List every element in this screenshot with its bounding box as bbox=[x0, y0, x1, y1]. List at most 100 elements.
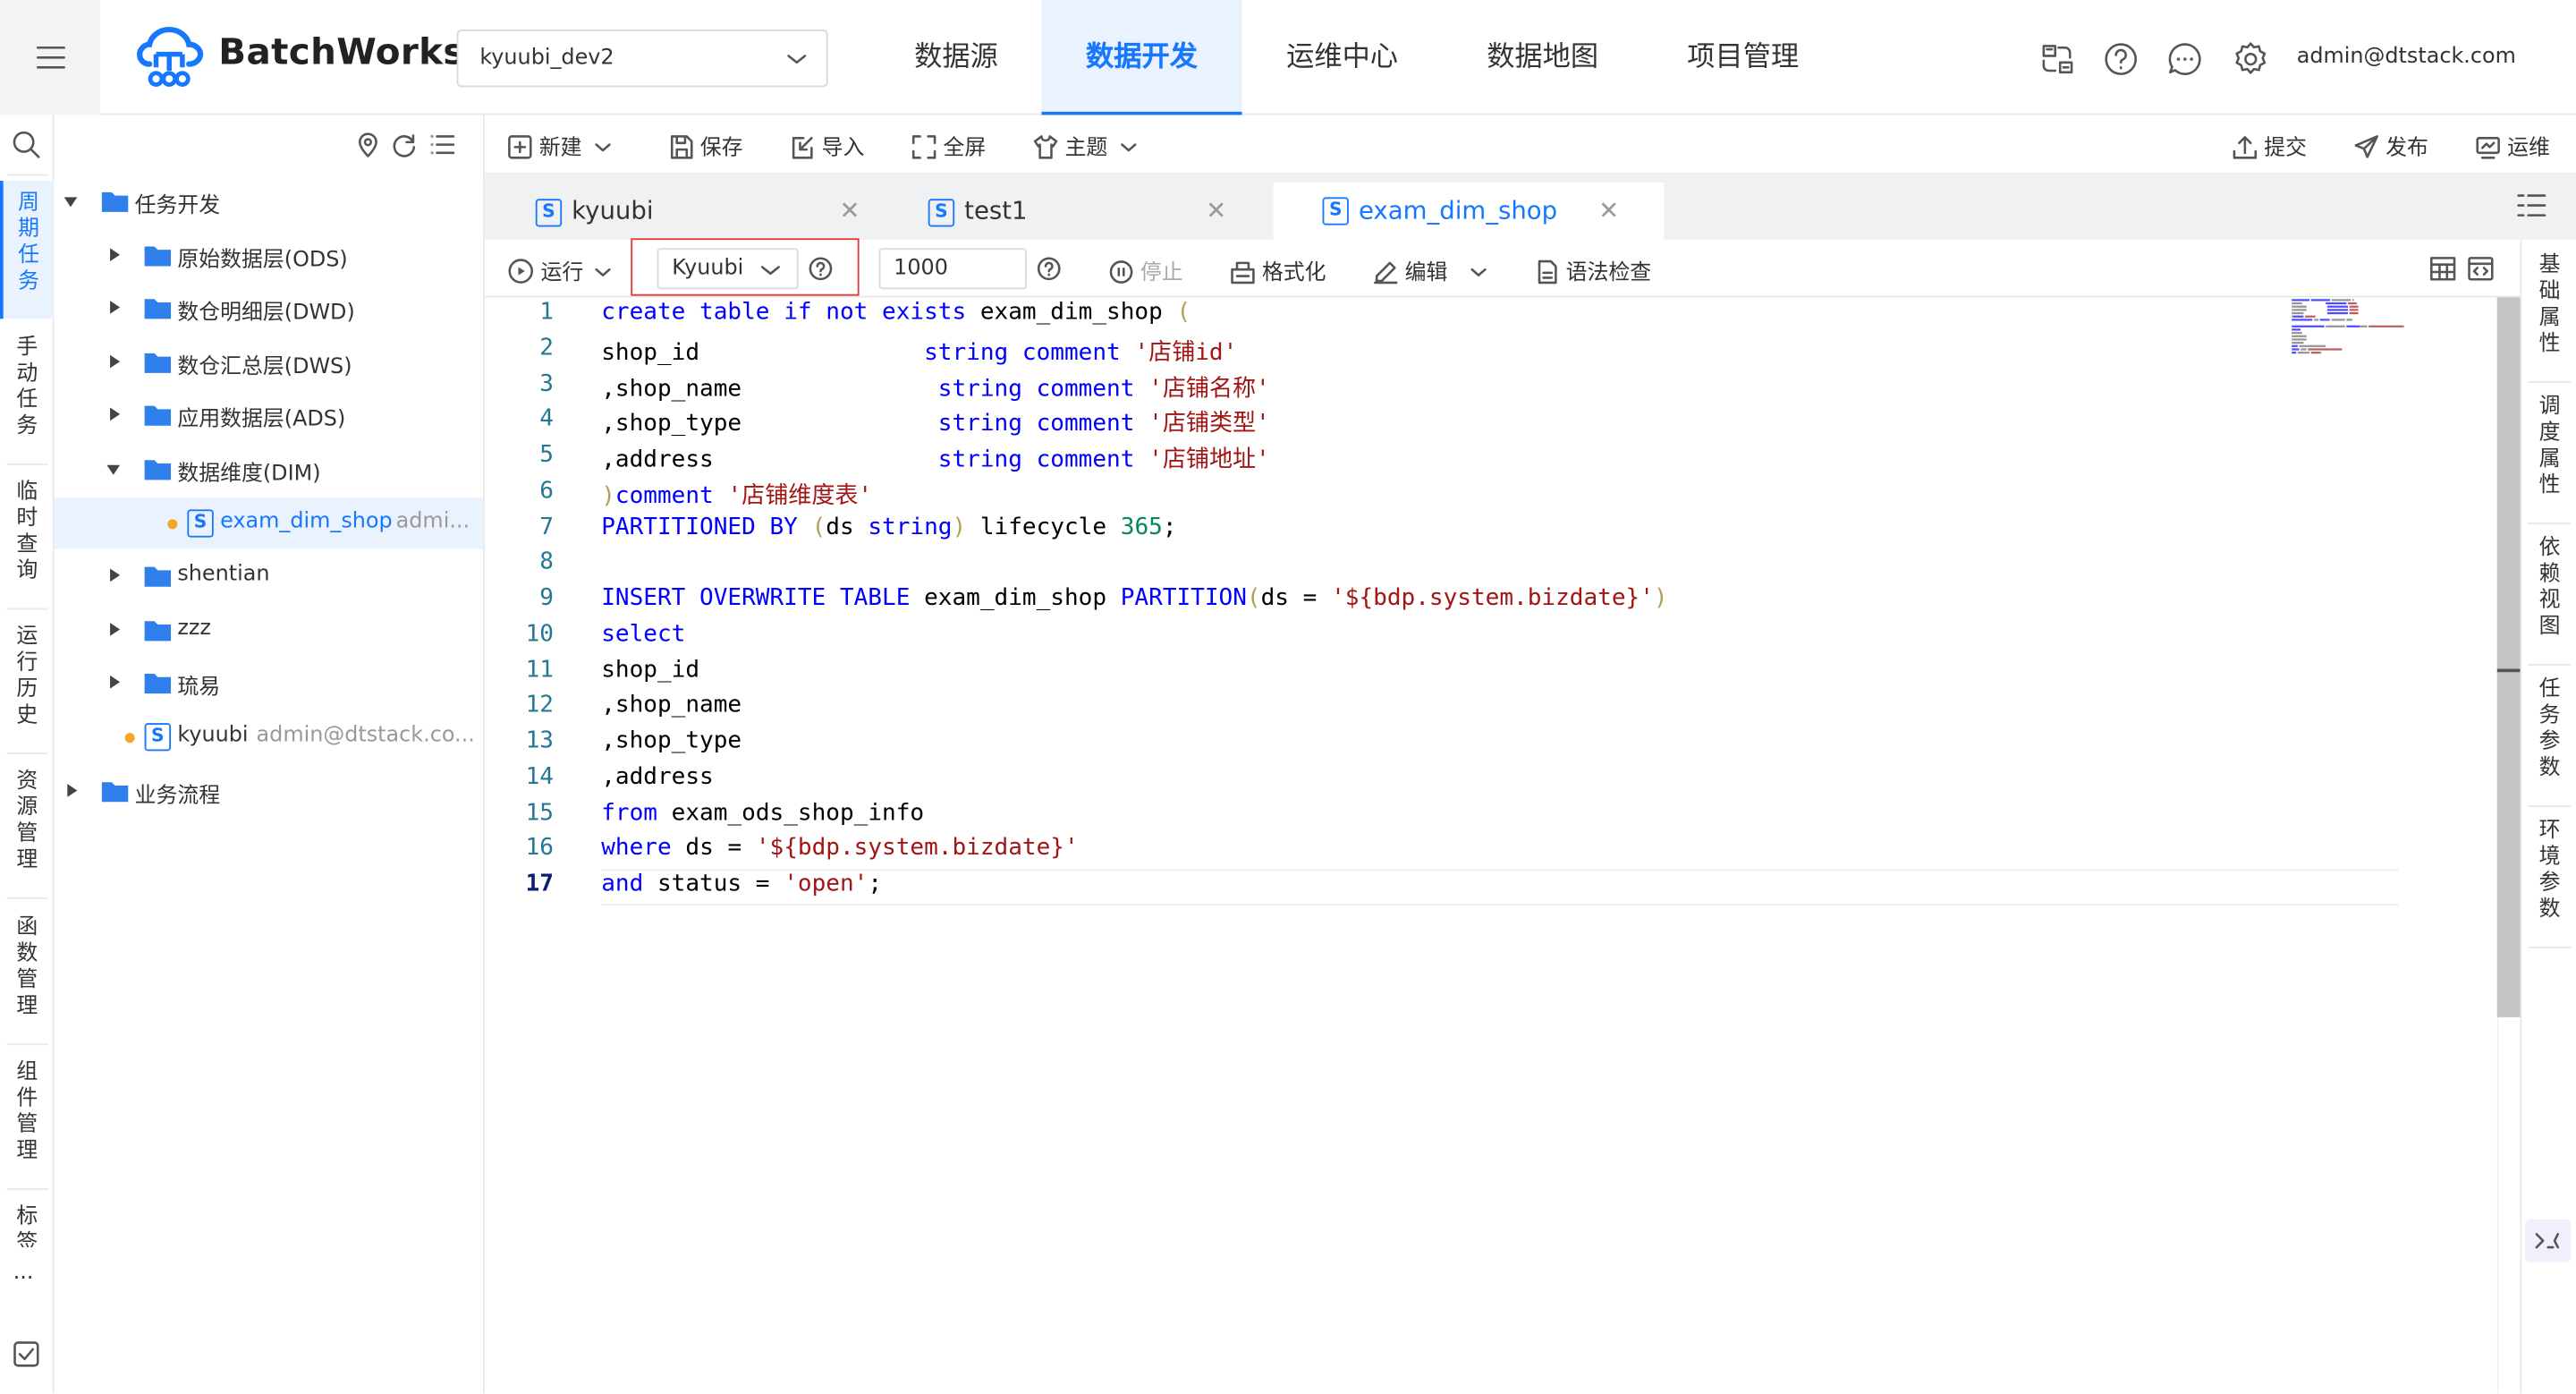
code-line[interactable]: 11 shop_id bbox=[485, 655, 2497, 691]
tree-folder-liuyi[interactable]: 琉易 bbox=[55, 658, 483, 709]
caret-right-icon[interactable] bbox=[110, 354, 121, 369]
menu-icon[interactable] bbox=[35, 43, 68, 72]
close-icon[interactable]: ✕ bbox=[1598, 196, 1619, 225]
code-line[interactable]: 8 bbox=[485, 548, 2497, 583]
tree-root-task-dev[interactable]: 任务开发 bbox=[55, 176, 483, 227]
tree-file-exam-dim-shop[interactable]: S exam_dim_shop admi... bbox=[54, 497, 483, 549]
import-button[interactable]: 导入 bbox=[790, 130, 864, 161]
code-line[interactable]: 15 from exam_ods_shop_info bbox=[485, 798, 2497, 834]
code-line[interactable]: 12 ,shop_name bbox=[485, 691, 2497, 727]
nav-ops-center[interactable]: 运维中心 bbox=[1265, 0, 1419, 115]
location-icon[interactable] bbox=[355, 132, 381, 157]
close-icon[interactable]: ✕ bbox=[1206, 196, 1226, 225]
rtab-dependency-view[interactable]: 依赖视图 bbox=[2521, 536, 2576, 664]
tree-root-workflow[interactable]: 业务流程 bbox=[55, 766, 483, 817]
close-icon[interactable]: ✕ bbox=[840, 196, 860, 225]
code-line[interactable]: 5 ,address string comment '店铺地址' bbox=[485, 440, 2497, 476]
tab-list-icon[interactable] bbox=[2517, 192, 2546, 218]
table-icon[interactable] bbox=[2429, 257, 2456, 282]
caret-right-icon[interactable] bbox=[110, 248, 121, 262]
syntax-check-button[interactable]: 语法检查 bbox=[1534, 255, 1651, 286]
tree-folder-dwd[interactable]: 数仓明细层(DWD) bbox=[55, 283, 483, 334]
caret-right-icon[interactable] bbox=[110, 675, 121, 689]
vtab-periodic-task[interactable]: 周期任务 bbox=[0, 181, 55, 319]
vtab-manual-task[interactable]: 手动任务 bbox=[0, 328, 55, 460]
help-icon[interactable] bbox=[1037, 257, 1062, 282]
vtab-function-mgmt[interactable]: 函数管理 bbox=[0, 909, 55, 1041]
settings-icon[interactable] bbox=[2231, 39, 2270, 79]
nav-data-dev[interactable]: 数据开发 bbox=[1041, 0, 1242, 115]
caret-right-icon[interactable] bbox=[110, 301, 121, 314]
tree-file-kyuubi[interactable]: S kyuubi admin@dtstack.co... bbox=[55, 711, 483, 762]
code-line[interactable]: 3 ,shop_name string comment '店铺名称' bbox=[485, 369, 2497, 404]
code-icon[interactable] bbox=[2468, 257, 2494, 282]
user-account[interactable]: admin@dtstack.com bbox=[2297, 45, 2516, 70]
code-line[interactable]: 7 PARTITIONED BY (ds string) lifecycle 36… bbox=[485, 512, 2497, 548]
code-line[interactable]: 6)comment '店铺维度表' bbox=[485, 476, 2497, 512]
code-line[interactable]: 13 ,shop_type bbox=[485, 727, 2497, 762]
stop-button[interactable]: 停止 bbox=[1109, 255, 1183, 286]
tree-folder-shentian[interactable]: shentian bbox=[55, 550, 483, 601]
chat-icon[interactable] bbox=[2167, 41, 2203, 77]
vtab-resource-mgmt[interactable]: 资源管理 bbox=[0, 762, 55, 894]
code-line[interactable]: 14 ,address bbox=[485, 762, 2497, 798]
nav-data-map[interactable]: 数据地图 bbox=[1465, 0, 1620, 115]
tree-folder-dim[interactable]: 数据维度(DIM) bbox=[55, 444, 483, 495]
vtab-component-mgmt[interactable]: 组件管理 bbox=[0, 1053, 55, 1185]
tree-folder-ods[interactable]: 原始数据层(ODS) bbox=[55, 230, 483, 281]
vtab-tags[interactable]: 标签 bbox=[0, 1198, 55, 1247]
help-icon[interactable] bbox=[2103, 41, 2139, 77]
code-line[interactable]: 1 create table if not exists exam_dim_sho… bbox=[485, 297, 2497, 333]
run-button[interactable]: 运行 bbox=[508, 255, 612, 286]
code-line[interactable]: 9 INSERT OVERWRITE TABLE exam_dim_shop PA… bbox=[485, 583, 2497, 619]
caret-right-icon[interactable] bbox=[67, 784, 78, 797]
tree-folder-zzz[interactable]: zzz bbox=[55, 605, 483, 656]
caret-down-icon[interactable] bbox=[106, 464, 121, 475]
tab-exam-dim-shop[interactable]: S exam_dim_shop ✕ bbox=[1273, 182, 1665, 241]
nav-datasource[interactable]: 数据源 bbox=[887, 0, 1025, 115]
save-button[interactable]: 保存 bbox=[669, 130, 742, 161]
rtab-env-params[interactable]: 环境参数 bbox=[2521, 819, 2576, 947]
editor-scrollbar-thumb[interactable] bbox=[2496, 297, 2521, 1017]
new-button[interactable]: 新建 bbox=[508, 130, 612, 161]
list-icon[interactable] bbox=[428, 132, 455, 157]
engine-select[interactable]: Kyuubi bbox=[657, 248, 799, 290]
checklist-icon[interactable] bbox=[12, 1339, 41, 1369]
tree-folder-ads[interactable]: 应用数据层(ADS) bbox=[55, 389, 483, 440]
caret-right-icon[interactable] bbox=[110, 623, 121, 636]
search-icon[interactable] bbox=[12, 130, 41, 159]
edit-button[interactable]: 编辑 bbox=[1373, 255, 1487, 286]
theme-button[interactable]: 主题 bbox=[1033, 130, 1137, 161]
code-line[interactable]: 4 ,shop_type string comment '店铺类型' bbox=[485, 404, 2497, 440]
rtab-basic-props[interactable]: 基础属性 bbox=[2521, 253, 2576, 381]
vtab-adhoc-query[interactable]: 临时查询 bbox=[0, 473, 55, 605]
caret-right-icon[interactable] bbox=[110, 407, 121, 421]
nav-project-mgmt[interactable]: 项目管理 bbox=[1665, 0, 1820, 115]
code-line[interactable]: 17 and status = 'open'; bbox=[485, 869, 2497, 905]
project-select[interactable]: kyuubi_dev2 bbox=[456, 30, 828, 88]
tab-test1[interactable]: S test1 ✕ bbox=[907, 186, 1265, 241]
tab-kyuubi[interactable]: S kyuubi ✕ bbox=[514, 186, 872, 241]
menu-toggle[interactable] bbox=[0, 0, 101, 115]
help-icon[interactable] bbox=[809, 257, 834, 282]
code-editor[interactable]: 1 create table if not exists exam_dim_sho… bbox=[484, 297, 2497, 1394]
code-line[interactable]: 2 shop_id string comment '店铺id' bbox=[485, 333, 2497, 369]
more-tabs[interactable]: ... bbox=[13, 1261, 34, 1286]
row-limit-input[interactable]: 1000 bbox=[878, 248, 1027, 290]
code-line[interactable]: 16 where ds = '${bdp.system.bizdate}' bbox=[485, 834, 2497, 870]
fullscreen-button[interactable]: 全屏 bbox=[911, 130, 986, 161]
rtab-task-params[interactable]: 任务参数 bbox=[2521, 677, 2576, 805]
assistant-button[interactable] bbox=[2525, 1219, 2572, 1262]
translate-icon[interactable] bbox=[2038, 41, 2074, 77]
publish-button[interactable]: 发布 bbox=[2354, 130, 2428, 161]
minimap[interactable] bbox=[2289, 297, 2486, 360]
code-line[interactable]: 10 select bbox=[485, 619, 2497, 655]
submit-button[interactable]: 提交 bbox=[2233, 130, 2307, 161]
format-button[interactable]: 格式化 bbox=[1231, 255, 1326, 286]
rtab-schedule-props[interactable]: 调度属性 bbox=[2521, 395, 2576, 523]
caret-down-icon[interactable] bbox=[64, 197, 78, 208]
tree-folder-dws[interactable]: 数仓汇总层(DWS) bbox=[55, 337, 483, 388]
refresh-icon[interactable] bbox=[391, 132, 417, 157]
ops-button[interactable]: 运维 bbox=[2476, 130, 2550, 161]
caret-right-icon[interactable] bbox=[110, 568, 121, 582]
